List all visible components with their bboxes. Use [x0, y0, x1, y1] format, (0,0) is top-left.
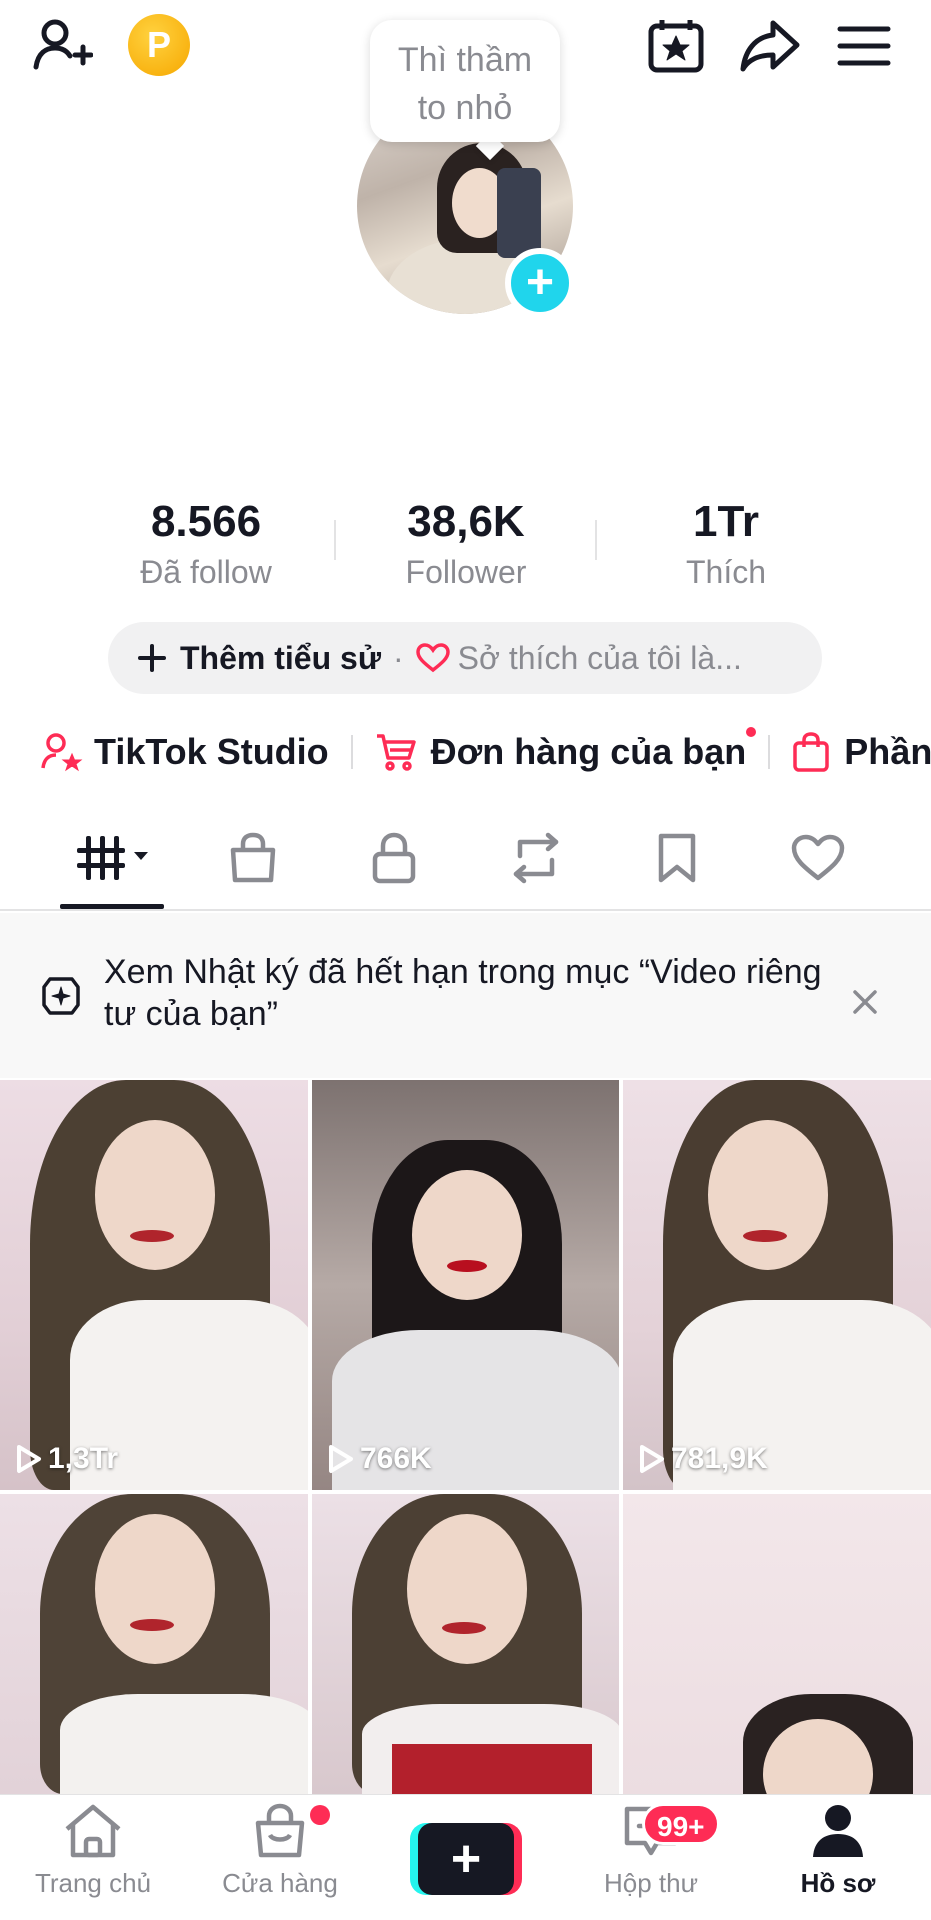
- calendar-star-icon: [648, 20, 704, 73]
- video-thumbnail[interactable]: 781,9K: [623, 1080, 931, 1490]
- shortcuts-row: TikTok Studio Đơn hàng của bạn Phần: [40, 720, 931, 784]
- hobby-placeholder: Sở thích của tôi là...: [457, 639, 742, 676]
- video-thumbnail[interactable]: [623, 1494, 931, 1794]
- orders-shortcut[interactable]: Đơn hàng của bạn: [375, 727, 757, 773]
- video-thumbnail[interactable]: [0, 1494, 308, 1794]
- following-label: Đã follow: [140, 554, 272, 590]
- tab-private[interactable]: [354, 826, 434, 890]
- repost-icon: [513, 832, 559, 884]
- tiktok-studio-shortcut[interactable]: TikTok Studio: [40, 731, 329, 773]
- video-thumbnail[interactable]: 1,3Tr: [0, 1080, 308, 1490]
- add-bio-button[interactable]: Thêm tiểu sử · Sở thích của tôi là...: [108, 622, 822, 694]
- bottom-navigation: Trang chủ Cửa hàng + Hộp thư 99+ Hồ sơ: [0, 1794, 931, 1920]
- share-button[interactable]: [738, 14, 802, 78]
- shortcut-separator: [350, 735, 353, 769]
- plus-icon: +: [418, 1823, 514, 1895]
- close-icon[interactable]: [852, 989, 878, 1015]
- orders-label: Đơn hàng của bạn: [430, 731, 747, 772]
- videos-grid-icon: [77, 836, 148, 880]
- play-icon: [17, 1445, 41, 1473]
- user-star-icon: [41, 733, 83, 772]
- add-story-button[interactable]: +: [505, 248, 575, 318]
- followers-count: 38,6K: [407, 497, 525, 546]
- tab-shop[interactable]: [213, 826, 293, 890]
- tooltip-text: Thì thầm to nhỏ: [397, 41, 533, 127]
- bag-icon: [793, 732, 830, 772]
- notification-dot: [310, 1805, 330, 1825]
- nav-shop[interactable]: Cửa hàng: [200, 1803, 360, 1899]
- nav-shop-label: Cửa hàng: [222, 1868, 338, 1898]
- profile-icon: [813, 1805, 863, 1857]
- video-thumbnail[interactable]: 766K: [312, 1080, 619, 1490]
- stat-divider: [595, 520, 597, 560]
- likes-label: Thích: [685, 554, 767, 590]
- nav-home[interactable]: Trang chủ: [13, 1803, 173, 1899]
- tabs-divider: [0, 909, 931, 911]
- video-thumbnail[interactable]: [312, 1494, 619, 1794]
- view-count: 766K: [328, 1442, 432, 1476]
- heart-icon: [791, 834, 845, 881]
- play-icon: [640, 1445, 664, 1473]
- play-icon: [329, 1445, 353, 1473]
- create-button[interactable]: +: [410, 1823, 522, 1895]
- likes-stat[interactable]: 1Tr Thích: [616, 492, 836, 592]
- heart-icon: [415, 643, 450, 673]
- add-bio-label: Thêm tiểu sử: [180, 639, 381, 676]
- notification-dot: [746, 727, 757, 737]
- share-icon: [740, 20, 800, 72]
- shortcut-separator: [768, 735, 771, 769]
- following-count: 8.566: [150, 497, 262, 546]
- lock-icon: [372, 832, 416, 884]
- tab-liked[interactable]: [778, 826, 858, 890]
- stat-divider: [334, 520, 336, 560]
- cart-icon: [376, 734, 416, 771]
- followers-stat[interactable]: 38,6K Follower: [356, 492, 576, 592]
- shop-shortcut[interactable]: Phần: [792, 731, 931, 773]
- add-friend-icon: [33, 19, 93, 70]
- likes-count: 1Tr: [692, 497, 760, 546]
- plus-icon: +: [525, 256, 555, 309]
- followers-label: Follower: [405, 554, 527, 590]
- status-tooltip[interactable]: Thì thầm to nhỏ: [370, 20, 560, 142]
- nav-inbox-label: Hộp thư: [603, 1868, 698, 1898]
- shop-bag-icon: [255, 1803, 305, 1858]
- sparkle-icon: [42, 977, 80, 1015]
- banner-text: Xem Nhật ký đã hết hạn trong mục “Video …: [104, 953, 822, 1033]
- bookmark-icon: [658, 833, 696, 883]
- calendar-button[interactable]: [644, 14, 708, 78]
- inbox-badge: 99+: [642, 1803, 720, 1845]
- tiktok-studio-label: TikTok Studio: [94, 731, 329, 772]
- expired-diary-banner[interactable]: Xem Nhật ký đã hết hạn trong mục “Video …: [0, 913, 931, 1078]
- add-friend-button[interactable]: [30, 14, 94, 78]
- coin-icon[interactable]: P: [128, 14, 190, 76]
- tab-videos[interactable]: [72, 826, 152, 890]
- tab-favorites[interactable]: [637, 826, 717, 890]
- shop-label: Phần: [844, 731, 931, 772]
- tab-reposts[interactable]: [496, 826, 576, 890]
- separator-dot: ·: [392, 639, 404, 676]
- nav-home-label: Trang chủ: [34, 1868, 152, 1898]
- menu-icon: [837, 26, 891, 66]
- nav-profile[interactable]: Hồ sơ: [758, 1803, 918, 1899]
- view-count: 1,3Tr: [16, 1442, 118, 1476]
- shop-bag-icon: [230, 832, 276, 883]
- menu-button[interactable]: [832, 14, 896, 78]
- home-icon: [65, 1804, 121, 1858]
- nav-profile-label: Hồ sơ: [800, 1868, 876, 1898]
- following-stat[interactable]: 8.566 Đã follow: [96, 492, 316, 592]
- view-count: 781,9K: [639, 1442, 768, 1476]
- plus-icon: [138, 644, 166, 672]
